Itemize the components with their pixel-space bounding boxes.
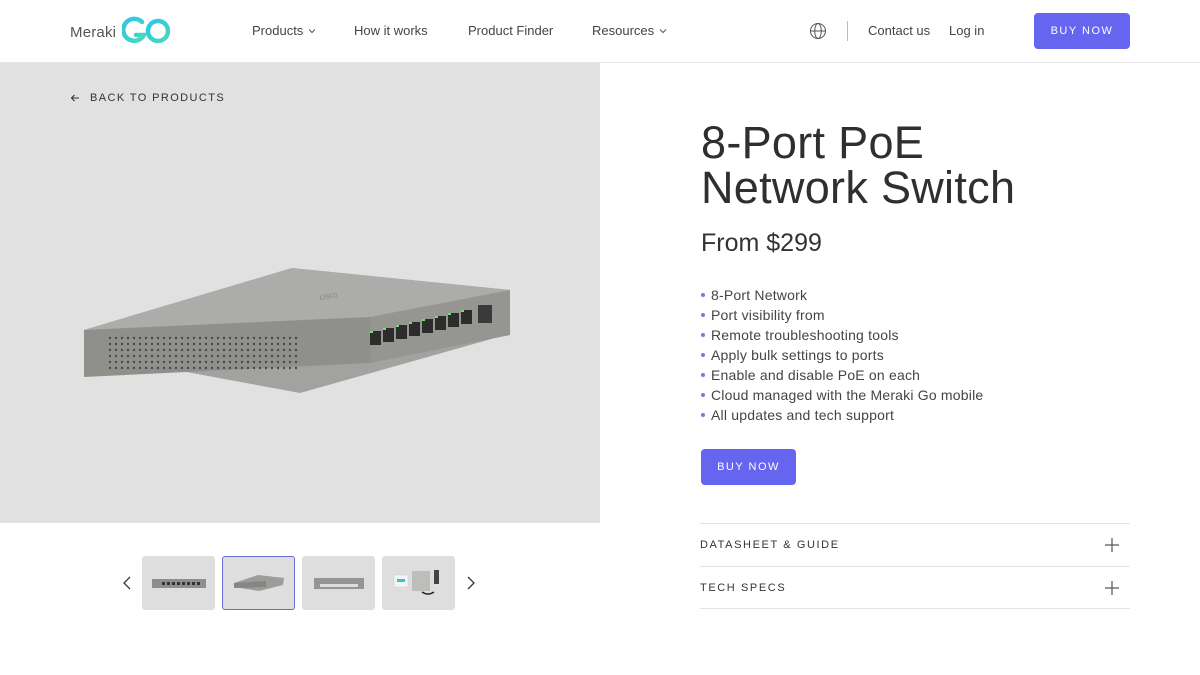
contact-us-label: Contact us [868,23,931,38]
bullet-icon [701,293,705,297]
contact-us-link[interactable]: Contact us [868,23,930,38]
chevron-right-icon[interactable] [466,575,476,591]
switch-top-thumbnail [313,578,364,589]
go-logo-icon [122,16,171,44]
feature-item: Remote troubleshooting tools [701,325,983,345]
feature-text: All updates and tech support [711,407,895,423]
switch-angle-thumbnail [233,575,284,591]
thumbnail-carousel [0,556,600,610]
product-price: From $299 [701,229,822,257]
chevron-down-icon [659,28,667,33]
feature-item: Port visibility from [701,305,983,325]
accordion-datasheet-guide[interactable]: DATASHEET & GUIDE [700,523,1130,566]
switch-front-thumbnail [151,579,206,588]
nav-products[interactable]: Products [252,23,316,38]
logo-text: Meraki [70,23,117,41]
back-to-products-link[interactable]: BACK TO PRODUCTS [70,92,225,104]
bullet-icon [701,393,705,397]
accordion-tech-specs[interactable]: TECH SPECS [700,566,1130,609]
feature-text: Apply bulk settings to ports [711,347,884,363]
bullet-icon [701,313,705,317]
bullet-icon [701,373,705,377]
network-switch-image: cisco [84,268,510,393]
bullet-icon [701,413,705,417]
feature-item: Enable and disable PoE on each [701,365,983,385]
globe-icon[interactable] [809,22,827,40]
feature-text: Cloud managed with the Meraki Go mobile [711,387,984,403]
feature-list: 8-Port Network Port visibility from Remo… [701,285,983,425]
chevron-down-icon [308,28,316,33]
nav-product-finder[interactable]: Product Finder [468,23,553,38]
product-title-line-1: 8-Port PoE [701,117,925,168]
feature-item: 8-Port Network [701,285,983,305]
thumbnail-3[interactable] [302,556,375,610]
accordion-tech-specs-label: TECH SPECS [700,582,787,594]
feature-text: Remote troubleshooting tools [711,327,899,343]
feature-item: All updates and tech support [701,405,983,425]
product-title-line-2: Network Switch [701,162,1016,213]
site-header: Meraki Products How it works Product Fin… [0,0,1200,63]
nav-resources[interactable]: Resources [592,23,667,38]
nav-products-label: Products [252,23,304,38]
feature-item: Apply bulk settings to ports [701,345,983,365]
bullet-icon [701,333,705,337]
nav-resources-label: Resources [592,23,655,38]
plus-icon [1105,581,1119,595]
login-link[interactable]: Log in [949,23,984,38]
thumbnail-1[interactable] [142,556,215,610]
product-title: 8-Port PoE Network Switch [701,120,1121,210]
box-contents-thumbnail [393,570,439,595]
feature-item: Cloud managed with the Meraki Go mobile [701,385,983,405]
bullet-icon [701,353,705,357]
feature-text: Enable and disable PoE on each [711,367,921,383]
arrow-left-icon [70,94,79,102]
feature-text: Port visibility from [711,307,825,323]
header-divider [847,21,848,41]
plus-icon [1105,538,1119,552]
product-buy-now-button[interactable]: BUY NOW [701,449,796,485]
meraki-go-logo[interactable]: Meraki [70,16,172,48]
chevron-left-icon[interactable] [122,575,132,591]
thumbnail-4[interactable] [382,556,455,610]
accordion-datasheet-label: DATASHEET & GUIDE [700,539,840,551]
nav-how-it-works-label: How it works [354,23,428,38]
nav-how-it-works[interactable]: How it works [354,23,428,38]
back-to-products-label: BACK TO PRODUCTS [90,92,226,104]
accordion-divider [700,608,1130,609]
product-image-panel: BACK TO PRODUCTS cisco [0,63,600,523]
feature-text: 8-Port Network [711,287,808,303]
thumbnail-2[interactable] [222,556,295,610]
header-buy-now-button[interactable]: BUY NOW [1034,13,1130,49]
nav-product-finder-label: Product Finder [468,23,554,38]
login-label: Log in [949,23,985,38]
